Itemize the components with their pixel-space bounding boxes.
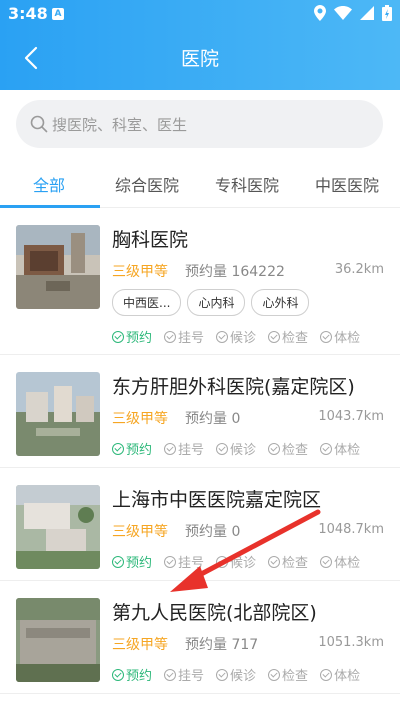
- hospital-item[interactable]: 上海市中医医院嘉定院区 三级甲等 预约量 0 1048.7km 预约 挂号 候诊…: [0, 469, 400, 581]
- tab-specialty[interactable]: 专科医院: [215, 172, 279, 196]
- status-time: 3:48: [8, 4, 48, 23]
- service-checkup[interactable]: 体检: [320, 327, 360, 346]
- service-list: 预约 挂号 候诊 检查 体检: [112, 439, 360, 458]
- check-circle-icon: [216, 668, 229, 681]
- department-tag[interactable]: 心内科: [187, 289, 246, 316]
- check-circle-icon: [216, 330, 229, 343]
- search-icon: [30, 115, 48, 133]
- tab-tcm[interactable]: 中医医院: [315, 172, 379, 196]
- service-appointment[interactable]: 预约: [112, 439, 152, 458]
- hospital-name: 上海市中医医院嘉定院区: [112, 489, 322, 511]
- check-circle-icon: [164, 330, 177, 343]
- service-register[interactable]: 挂号: [164, 327, 204, 346]
- signal-icon: [360, 6, 374, 20]
- hospital-item[interactable]: 胸科医院 三级甲等 预约量 164222 36.2km 中西医... 心内科 心…: [0, 209, 400, 355]
- status-bar: 3:48 A: [0, 0, 400, 28]
- service-list: 预约 挂号 候诊 检查 体检: [112, 552, 360, 571]
- check-circle-icon: [320, 330, 333, 343]
- service-exam[interactable]: 检查: [268, 439, 308, 458]
- department-tag[interactable]: 心外科: [251, 289, 310, 316]
- service-queue[interactable]: 候诊: [216, 327, 256, 346]
- service-register[interactable]: 挂号: [164, 665, 204, 684]
- service-appointment[interactable]: 预约: [112, 327, 152, 346]
- tab-general[interactable]: 综合医院: [115, 172, 179, 196]
- check-circle-icon: [320, 442, 333, 455]
- distance: 1048.7km: [318, 522, 384, 537]
- hospital-photo: [16, 225, 100, 309]
- distance: 1051.3km: [318, 635, 384, 650]
- nav-bar: 医院: [0, 28, 400, 90]
- hospital-photo: [16, 598, 100, 682]
- service-appointment[interactable]: 预约: [112, 552, 152, 571]
- check-circle-icon: [112, 330, 124, 343]
- hospital-level: 三级甲等: [112, 411, 168, 427]
- check-circle-icon: [216, 442, 229, 455]
- check-circle-icon: [268, 668, 281, 681]
- distance: 36.2km: [334, 262, 384, 277]
- location-icon: [314, 5, 326, 21]
- service-appointment[interactable]: 预约: [112, 665, 152, 684]
- hospital-item[interactable]: 第九人民医院(北部院区) 三级甲等 预约量 717 1051.3km 预约 挂号…: [0, 582, 400, 694]
- service-register[interactable]: 挂号: [164, 552, 204, 571]
- service-exam[interactable]: 检查: [268, 327, 308, 346]
- service-checkup[interactable]: 体检: [320, 439, 360, 458]
- check-circle-icon: [112, 668, 124, 681]
- check-circle-icon: [320, 555, 333, 568]
- check-circle-icon: [164, 668, 177, 681]
- service-queue[interactable]: 候诊: [216, 552, 256, 571]
- distance: 1043.7km: [318, 409, 384, 424]
- service-list: 预约 挂号 候诊 检查 体检: [112, 327, 360, 346]
- department-tags: 中西医... 心内科 心外科: [112, 289, 310, 316]
- service-queue[interactable]: 候诊: [216, 665, 256, 684]
- appointment-count: 预约量 0: [185, 411, 241, 427]
- tab-all[interactable]: 全部: [33, 172, 65, 196]
- hospital-photo: [16, 372, 100, 456]
- hospital-level: 三级甲等: [112, 637, 168, 653]
- battery-icon: [382, 5, 392, 21]
- page-title: 医院: [180, 48, 219, 70]
- status-icons: [314, 5, 392, 21]
- active-tab-indicator: [0, 205, 100, 208]
- wifi-icon: [334, 6, 352, 20]
- service-queue[interactable]: 候诊: [216, 439, 256, 458]
- service-register[interactable]: 挂号: [164, 439, 204, 458]
- search-input[interactable]: 搜医院、科室、医生: [16, 100, 383, 148]
- hospital-name: 胸科医院: [112, 229, 189, 251]
- check-circle-icon: [216, 555, 229, 568]
- department-tag[interactable]: 中西医...: [112, 289, 182, 316]
- check-circle-icon: [164, 442, 177, 455]
- header: 3:48 A 医院: [0, 0, 400, 90]
- category-tabs: 全部 综合医院 专科医院 中医医院: [0, 160, 400, 208]
- check-circle-icon: [268, 555, 281, 568]
- hospital-name: 第九人民医院(北部院区): [112, 602, 317, 624]
- hospital-name: 东方肝胆外科医院(嘉定院区): [112, 376, 355, 398]
- hospital-level: 三级甲等: [112, 264, 168, 280]
- check-circle-icon: [164, 555, 177, 568]
- service-exam[interactable]: 检查: [268, 552, 308, 571]
- appointment-count: 预约量 717: [185, 637, 259, 653]
- check-circle-icon: [268, 442, 281, 455]
- service-checkup[interactable]: 体检: [320, 552, 360, 571]
- hospital-level: 三级甲等: [112, 524, 168, 540]
- appointment-count: 预约量 0: [185, 524, 241, 540]
- search-placeholder: 搜医院、科室、医生: [52, 116, 188, 134]
- notification-icon: A: [52, 8, 64, 20]
- check-circle-icon: [268, 330, 281, 343]
- check-circle-icon: [112, 442, 124, 455]
- check-circle-icon: [112, 555, 124, 568]
- service-checkup[interactable]: 体检: [320, 665, 360, 684]
- hospital-photo: [16, 485, 100, 569]
- service-exam[interactable]: 检查: [268, 665, 308, 684]
- appointment-count: 预约量 164222: [185, 264, 285, 280]
- hospital-item[interactable]: 东方肝胆外科医院(嘉定院区) 三级甲等 预约量 0 1043.7km 预约 挂号…: [0, 356, 400, 468]
- check-circle-icon: [320, 668, 333, 681]
- service-list: 预约 挂号 候诊 检查 体检: [112, 665, 360, 684]
